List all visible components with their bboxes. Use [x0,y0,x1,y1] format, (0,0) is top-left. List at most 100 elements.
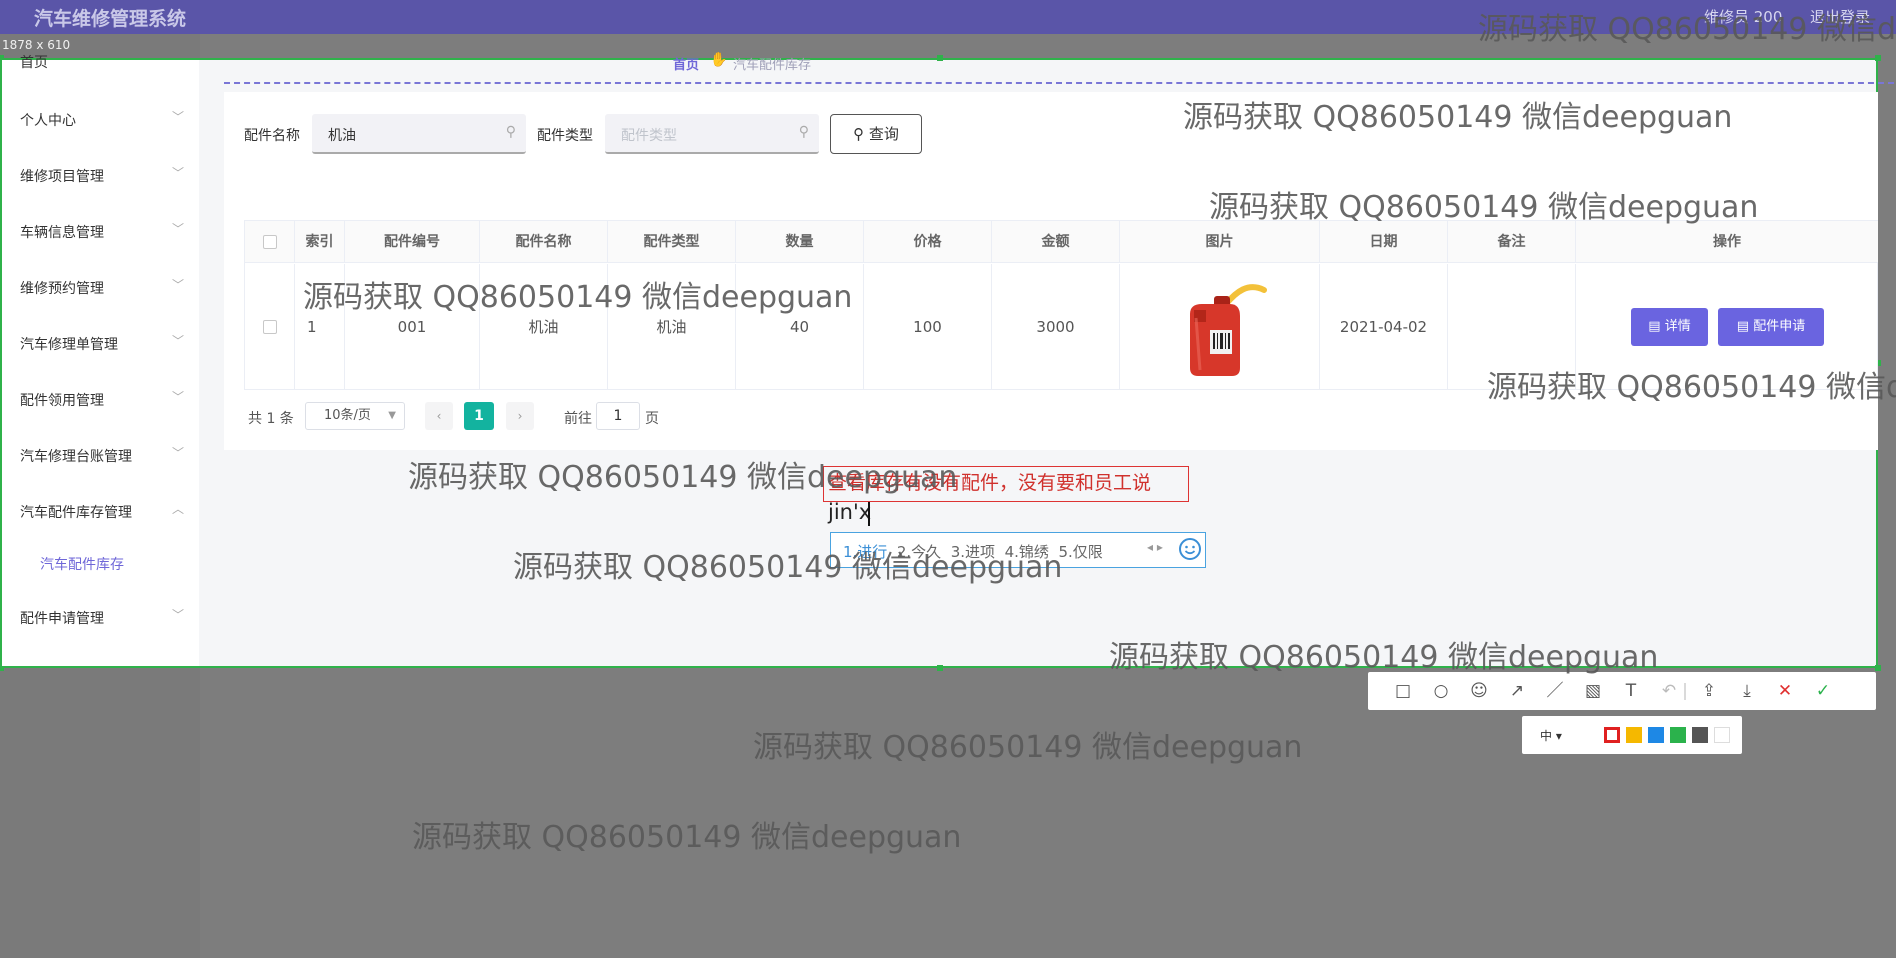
part-name-input[interactable]: 机油 ⚲ [312,114,526,154]
top-bar [0,0,1896,34]
color-size-palette: 中 ▾ [1522,716,1742,754]
part-type-placeholder: 配件类型 [621,128,677,144]
select-all-checkbox[interactable] [263,235,277,249]
search-button[interactable]: ⚲ 查询 [830,114,922,154]
chevron-down-icon: ﹀ [171,334,184,348]
cell-qty: 40 [736,264,864,390]
toolbar-divider: | [1682,681,1688,701]
color-swatch-gray[interactable] [1692,727,1708,743]
chevron-down-icon: ﹀ [171,110,184,124]
resize-handle[interactable] [1875,665,1881,671]
breadcrumb-home[interactable]: 首页 [673,54,699,73]
text-caret [868,502,870,526]
oil-can-image [1190,284,1267,376]
download-icon[interactable]: ⤓ [1736,680,1758,702]
close-icon[interactable]: ✕ [1774,680,1796,702]
part-type-input[interactable]: 配件类型 ⚲ [605,114,819,154]
goto-page-input[interactable]: 1 [596,402,640,430]
sidebar-item-label: 维修项目管理 [20,169,104,185]
document-icon: ▤ [1648,319,1661,334]
sidebar-item-label: 汽车配件库存管理 [20,505,132,521]
resize-handle[interactable] [937,665,943,671]
ime-composition[interactable]: jin'x [828,500,871,524]
chevron-up-icon: ︿ [171,502,184,516]
breadcrumb-current: 汽车配件库存 [733,58,812,73]
sidebar-item-label: 配件申请管理 [20,611,104,627]
sidebar-item-parts-application[interactable]: 配件申请管理 ﹀ [20,608,190,632]
resize-handle[interactable] [937,55,943,61]
sidebar-item-label: 个人中心 [20,113,76,129]
sidebar-item-home[interactable]: 首页 [20,52,48,72]
resize-handle[interactable] [1875,55,1881,61]
current-user: 维修员 200 [1704,8,1783,26]
annotation-note[interactable]: 查看库存有没有配件，没有要和员工说 [823,466,1189,502]
color-swatch-green[interactable] [1670,727,1686,743]
col-header: 配件类型 [608,221,736,263]
part-name-value: 机油 [328,128,356,144]
chevron-down-icon: ▼ [388,410,396,421]
parts-table: 索引 配件编号 配件名称 配件类型 数量 价格 金额 图片 日期 备注 操作 1… [244,220,1878,390]
detail-button-label: 详情 [1664,319,1691,334]
sidebar-item-repair-ledger[interactable]: 汽车修理台账管理 ﹀ [20,446,190,470]
color-swatch-blue[interactable] [1648,727,1664,743]
cell-name: 机油 [480,264,608,390]
chevron-down-icon: ﹀ [171,278,184,292]
sidebar-item-parts-inventory[interactable]: 汽车配件库存管理 ︿ [20,502,190,526]
cell-actions: ▤ 详情 ▤ 配件申请 [1576,264,1878,390]
sidebar-item-parts-usage[interactable]: 配件领用管理 ﹀ [20,390,190,414]
mosaic-tool-icon[interactable]: ▧ [1582,680,1604,702]
rectangle-tool-icon[interactable]: □ [1392,680,1414,702]
ime-candidate[interactable]: 2.今久 [897,543,941,561]
detail-button[interactable]: ▤ 详情 [1631,308,1708,346]
arrow-tool-icon[interactable]: ↗ [1506,680,1528,702]
ime-candidate[interactable]: 1.进行 [843,543,887,561]
sidebar-item-repair-booking[interactable]: 维修预约管理 ﹀ [20,278,190,302]
current-page[interactable]: 1 [464,402,494,430]
share-icon[interactable]: ⇪ [1698,680,1720,702]
page-size-select[interactable]: 10条/页 ▼ [305,402,405,430]
ime-candidate[interactable]: 4.锦绣 [1005,543,1049,561]
ime-page-arrows-icon[interactable]: ◂ ▸ [1147,540,1163,554]
col-header: 日期 [1320,221,1448,263]
ime-candidate[interactable]: 3.进项 [951,543,995,561]
sidebar-item-repair-order[interactable]: 汽车修理单管理 ﹀ [20,334,190,358]
sidebar-item-repair-project[interactable]: 维修项目管理 ﹀ [20,166,190,190]
size-select[interactable]: 中 ▾ [1540,727,1562,744]
pagination-total: 共 1 条 [248,411,294,427]
text-tool-icon[interactable]: T [1620,680,1642,702]
search-button-label: 查询 [868,125,899,143]
sticker-tool-icon[interactable]: ☺ [1468,680,1490,702]
logout-link[interactable]: 退出登录 [1810,6,1870,27]
search-icon: ⚲ [798,124,809,140]
cell-amount: 3000 [992,264,1120,390]
row-checkbox[interactable] [263,320,277,334]
sidebar-item-personal-center[interactable]: 个人中心 ﹀ [20,110,190,134]
color-swatch-yellow[interactable] [1626,727,1642,743]
chevron-down-icon: ﹀ [171,390,184,404]
breadcrumb-separator-icon: ✋ [710,52,728,68]
apply-part-button[interactable]: ▤ 配件申请 [1718,308,1824,346]
col-header: 备注 [1448,221,1576,263]
sidebar-item-vehicle-info[interactable]: 车辆信息管理 ﹀ [20,222,190,246]
pen-tool-icon[interactable]: ／ [1544,680,1566,702]
color-swatch-white[interactable] [1714,727,1730,743]
col-header: 操作 [1576,221,1878,263]
dashed-divider [224,82,1894,84]
next-page-button[interactable]: › [506,402,534,430]
smiley-icon[interactable] [1177,536,1203,562]
prev-page-button[interactable]: ‹ [425,402,453,430]
table-row [245,264,295,390]
undo-icon[interactable]: ↶ [1658,680,1680,702]
col-header: 金额 [992,221,1120,263]
ellipse-tool-icon[interactable]: ○ [1430,680,1452,702]
confirm-check-icon[interactable]: ✓ [1812,680,1834,702]
table-header-select [245,221,295,263]
ime-candidate[interactable]: 5.仅限 [1058,543,1102,561]
page-unit-label: 页 [645,411,659,427]
apply-part-button-label: 配件申请 [1753,319,1806,334]
search-icon: ⚲ [505,124,516,140]
sidebar-subitem-parts-inventory[interactable]: 汽车配件库存 [40,554,124,574]
document-icon: ▤ [1736,319,1750,334]
color-swatch-red[interactable] [1604,727,1620,743]
chevron-down-icon: ﹀ [171,446,184,460]
